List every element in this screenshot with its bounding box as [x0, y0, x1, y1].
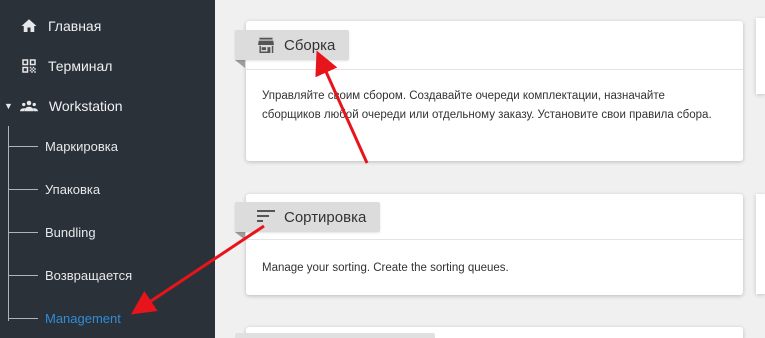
- tab-fold: [235, 60, 245, 68]
- sidebar: Главная Терминал ▼ Workstation Маркировк…: [0, 0, 215, 338]
- card-divider: [246, 239, 743, 240]
- sidebar-subitem-label: Возвращается: [45, 267, 133, 283]
- partial-card: [756, 194, 765, 294]
- sidebar-item-label: Главная: [48, 18, 102, 34]
- card-title-partial: [235, 333, 435, 338]
- tree-branch: [8, 145, 38, 147]
- sidebar-subitem-upakovka[interactable]: Упаковка: [8, 174, 100, 204]
- expand-caret-icon[interactable]: ▼: [4, 101, 13, 111]
- sidebar-item-workstation[interactable]: ▼ Workstation: [4, 88, 123, 124]
- card-title: Сборка: [284, 36, 336, 54]
- sidebar-subitem-returns[interactable]: Возвращается: [8, 260, 132, 290]
- tree-branch: [8, 317, 38, 319]
- tree-branch: [8, 274, 38, 276]
- sidebar-subitem-management[interactable]: Management: [8, 303, 121, 333]
- sidebar-item-label: Терминал: [48, 58, 113, 74]
- store-icon: [257, 37, 275, 55]
- sort-icon: [257, 209, 275, 225]
- card-description: Manage your sorting. Create the sorting …: [262, 262, 509, 274]
- sidebar-subitem-bundling[interactable]: Bundling: [8, 217, 96, 247]
- sidebar-subitem-markirovka[interactable]: Маркировка: [8, 131, 118, 161]
- sidebar-item-label: Workstation: [48, 98, 123, 114]
- tab-fold: [235, 232, 245, 240]
- sidebar-subitem-label: Маркировка: [45, 138, 118, 154]
- card-title-picking[interactable]: Сборка: [235, 30, 350, 60]
- tree-branch: [8, 188, 38, 190]
- tree-branch: [8, 231, 38, 233]
- sidebar-subitem-label: Упаковка: [45, 181, 101, 197]
- qr-code-icon: [20, 57, 38, 75]
- sidebar-item-home[interactable]: Главная: [20, 8, 101, 44]
- card-title-sorting[interactable]: Сортировка: [235, 202, 381, 232]
- sidebar-item-terminal[interactable]: Терминал: [20, 48, 112, 84]
- partial-card: [756, 18, 765, 94]
- sidebar-subitem-label: Bundling: [45, 224, 96, 240]
- card-title: Сортировка: [284, 208, 367, 226]
- card-description: Управляйте своим сбором. Создавайте очер…: [262, 90, 712, 121]
- home-icon: [20, 17, 38, 35]
- card-divider: [246, 69, 743, 70]
- group-icon: [19, 97, 39, 115]
- sidebar-subitem-label: Management: [45, 310, 121, 326]
